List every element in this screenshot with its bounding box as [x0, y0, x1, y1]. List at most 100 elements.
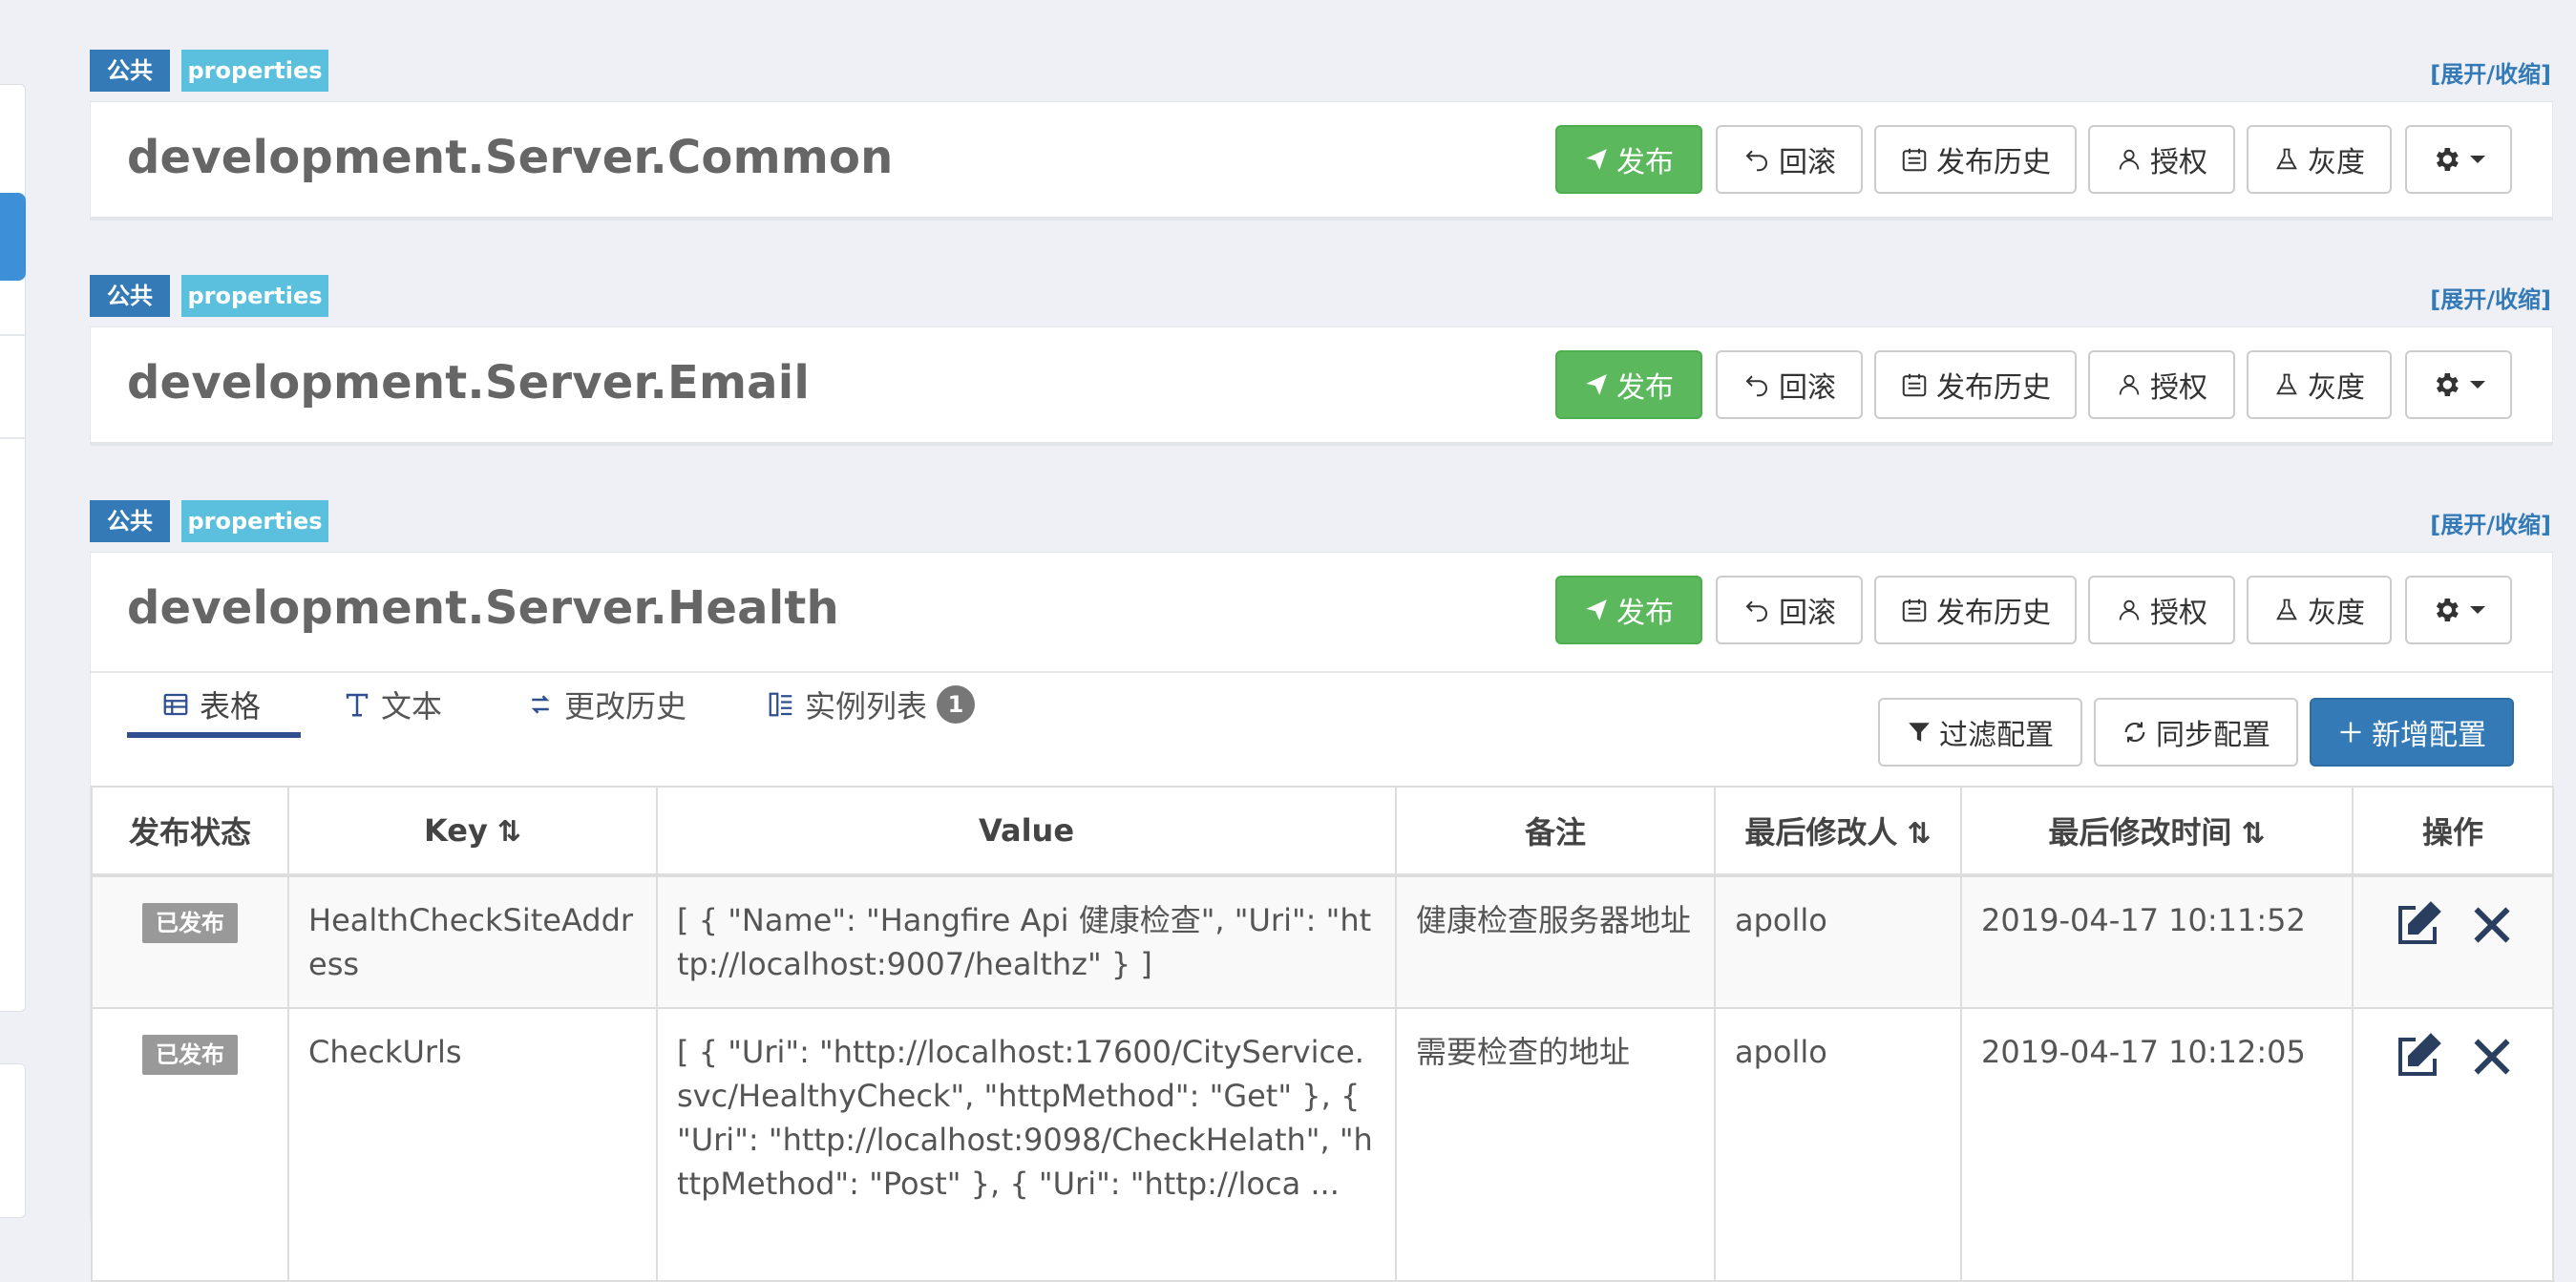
namespace-labels: 公共 properties [展开/收缩]: [90, 500, 2576, 542]
undo-icon: [1745, 600, 1767, 622]
release-history-button[interactable]: 发布历史: [1874, 350, 2077, 419]
namespace-labels: 公共 properties [展开/收缩]: [90, 50, 2576, 92]
authorize-label: 授权: [2150, 146, 2207, 179]
authorize-label: 授权: [2150, 597, 2207, 630]
key-cell: CheckUrls: [287, 1007, 658, 1282]
gray-release-button[interactable]: 灰度: [2247, 125, 2392, 194]
expand-collapse-link[interactable]: [展开/收缩]: [2430, 281, 2551, 314]
sync-config-button[interactable]: 同步配置: [2094, 698, 2298, 767]
rollback-button[interactable]: 回滚: [1716, 576, 1863, 644]
gear-icon: [2436, 148, 2459, 171]
value-cell: [ { "Uri": "http://localhost:17600/CityS…: [656, 1007, 1397, 1282]
authorize-button[interactable]: 授权: [2088, 125, 2235, 194]
rollback-button[interactable]: 回滚: [1716, 350, 1863, 419]
header-key[interactable]: Key ⇅: [287, 786, 658, 877]
calendar-icon: [1902, 599, 1927, 622]
publish-label: 发布: [1616, 597, 1674, 630]
status-badge: 已发布: [142, 1035, 238, 1075]
gray-release-button[interactable]: 灰度: [2247, 350, 2392, 419]
rollback-label: 回滚: [1779, 146, 1836, 179]
undo-icon: [1745, 150, 1767, 172]
filter-icon: [1909, 723, 1930, 742]
rollback-label: 回滚: [1779, 597, 1836, 630]
calendar-icon: [1902, 148, 1927, 172]
table-row: 已发布 CheckUrls [ { "Uri": "http://localho…: [91, 1007, 2554, 1282]
gear-icon: [2436, 599, 2459, 621]
header-modified-time[interactable]: 最后修改时间 ⇅: [1960, 786, 2354, 877]
modified-time-cell: 2019-04-17 10:12:05: [1960, 1007, 2354, 1282]
gray-label: 灰度: [2308, 371, 2365, 405]
sidebar-active-item[interactable]: [0, 193, 26, 281]
gray-label: 灰度: [2308, 597, 2365, 630]
config-table: 发布状态 Key ⇅ Value 备注 最后修改人 ⇅ 最后修改时间 ⇅ 操作 已发布…: [91, 786, 2554, 1282]
sidebar-divider: [0, 334, 25, 336]
expand-collapse-link[interactable]: [展开/收缩]: [2430, 55, 2551, 89]
panel-divider: [91, 671, 2552, 673]
sort-icon[interactable]: ⇅: [2241, 817, 2265, 851]
public-tag: 公共: [90, 275, 170, 317]
rollback-button[interactable]: 回滚: [1716, 125, 1863, 194]
key-cell: HealthCheckSiteAddress: [287, 874, 658, 1009]
status-cell: 已发布: [91, 874, 289, 1009]
filter-label: 过滤配置: [1939, 719, 2054, 752]
publish-button[interactable]: 发布: [1555, 125, 1702, 194]
publish-button[interactable]: 发布: [1555, 350, 1702, 419]
value-cell: [ { "Name": "Hangfire Api 健康检查", "Uri": …: [656, 874, 1397, 1009]
settings-dropdown-button[interactable]: [2405, 125, 2512, 194]
gray-release-button[interactable]: 灰度: [2247, 576, 2392, 644]
sync-icon: [2124, 722, 2145, 743]
expand-collapse-link[interactable]: [展开/收缩]: [2430, 506, 2551, 539]
header-ops: 操作: [2352, 786, 2554, 877]
ops-cell: [2352, 1007, 2554, 1282]
tab-change-history-label: 更改历史: [564, 688, 687, 725]
tab-table[interactable]: 表格: [161, 681, 261, 728]
release-history-button[interactable]: 发布历史: [1874, 125, 2077, 194]
tab-table-label: 表格: [200, 688, 262, 725]
edit-icon[interactable]: [2393, 900, 2442, 950]
active-tab-indicator: [127, 732, 301, 738]
publish-button[interactable]: 发布: [1555, 576, 1702, 644]
send-icon: [1586, 149, 1607, 170]
history-label: 发布历史: [1936, 597, 2051, 630]
header-modifier[interactable]: 最后修改人 ⇅: [1714, 786, 1962, 877]
modifier-cell: apollo: [1714, 874, 1962, 1009]
header-comment-label: 备注: [1524, 814, 1586, 851]
delete-icon[interactable]: [2471, 1036, 2513, 1078]
header-value-label: Value: [978, 812, 1075, 849]
add-label: 新增配置: [2372, 719, 2486, 752]
history-label: 发布历史: [1936, 146, 2051, 179]
namespace-panel: development.Server.Email 发布 回滚 发布历史 授权 灰…: [90, 326, 2553, 446]
header-ops-label: 操作: [2421, 814, 2483, 851]
filter-config-button[interactable]: 过滤配置: [1878, 698, 2082, 767]
settings-dropdown-button[interactable]: [2405, 576, 2512, 644]
header-value: Value: [656, 786, 1397, 877]
add-config-button[interactable]: 新增配置: [2310, 698, 2514, 767]
history-label: 发布历史: [1936, 371, 2051, 405]
edit-icon[interactable]: [2393, 1032, 2442, 1082]
caret-down-icon: [2470, 156, 2485, 163]
authorize-button[interactable]: 授权: [2088, 350, 2235, 419]
sync-label: 同步配置: [2156, 719, 2270, 752]
flask-icon: [2276, 599, 2297, 620]
tab-instance-list[interactable]: 实例列表 1: [767, 681, 976, 728]
release-history-button[interactable]: 发布历史: [1874, 576, 2077, 644]
sort-icon[interactable]: ⇅: [497, 815, 521, 849]
settings-dropdown-button[interactable]: [2405, 350, 2512, 419]
send-icon: [1586, 599, 1607, 620]
tab-change-history[interactable]: 更改历史: [526, 681, 686, 728]
delete-icon[interactable]: [2471, 904, 2513, 946]
flask-icon: [2276, 373, 2297, 395]
sidebar-divider: [0, 437, 25, 439]
authorize-button[interactable]: 授权: [2088, 576, 2235, 644]
modified-time-cell: 2019-04-17 10:11:52: [1960, 874, 2354, 1009]
gear-icon: [2436, 373, 2459, 396]
public-tag: 公共: [90, 500, 170, 542]
tab-text[interactable]: 文本: [343, 681, 442, 728]
table-icon: [163, 693, 188, 716]
authorize-label: 授权: [2150, 371, 2207, 405]
user-icon: [2119, 599, 2140, 620]
history-icon: [531, 695, 550, 714]
sort-icon[interactable]: ⇅: [1907, 817, 1931, 851]
sidebar-card: [0, 1063, 26, 1218]
status-badge: 已发布: [142, 903, 238, 943]
